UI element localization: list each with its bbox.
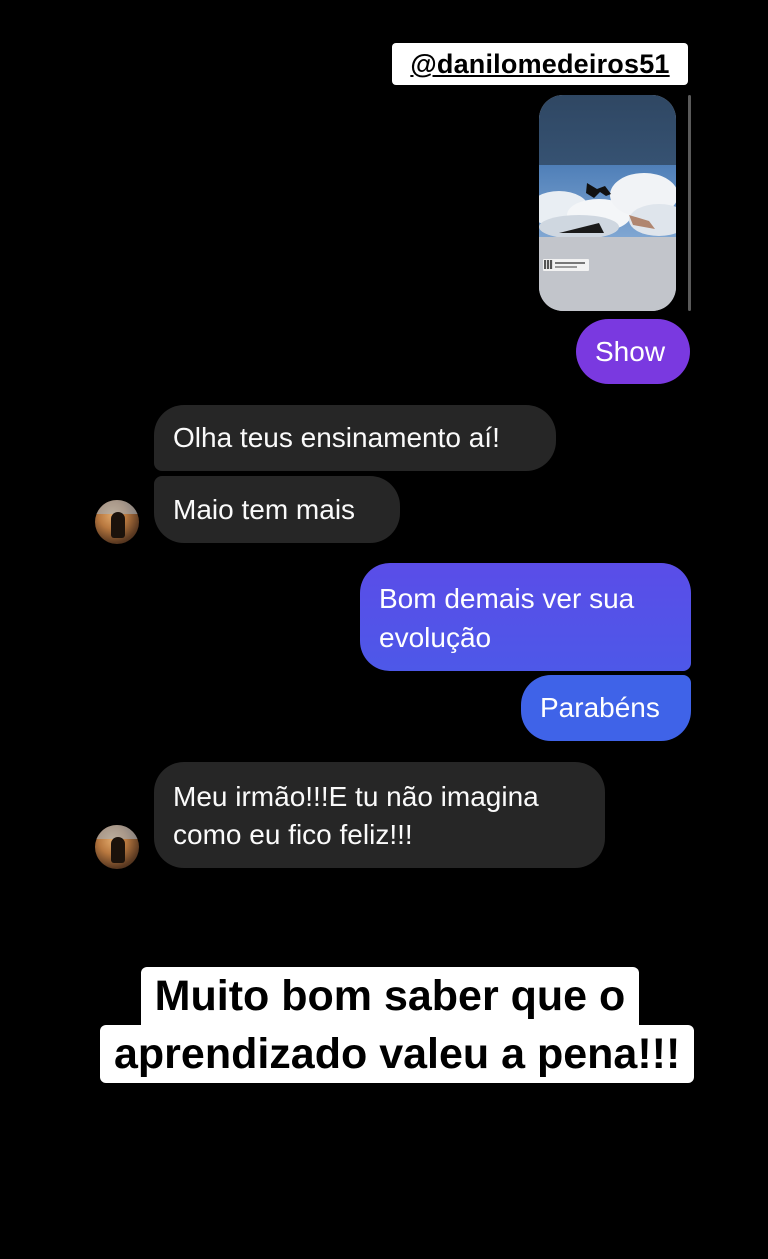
- caption-line: Muito bom saber que o: [140, 967, 640, 1025]
- message-text: Olha teus ensinamento aí!: [173, 422, 500, 453]
- shared-media-preview[interactable]: [539, 95, 676, 311]
- message-text-line: Bom demais ver sua: [379, 583, 635, 614]
- message-outgoing[interactable]: Parabéns: [521, 675, 691, 741]
- message-text-line: como eu fico feliz!!!: [173, 819, 413, 850]
- message-text: Show: [595, 336, 666, 367]
- message-text: Maio tem mais: [173, 494, 356, 525]
- message-incoming[interactable]: Olha teus ensinamento aí!: [154, 405, 556, 471]
- media-caption-chip: [543, 259, 589, 271]
- media-top-band: [539, 95, 676, 165]
- message-incoming[interactable]: Maio tem mais: [154, 476, 400, 543]
- message-outgoing[interactable]: Bom demais ver sua evolução: [360, 563, 691, 671]
- skydiving-photo: [539, 165, 676, 237]
- qr-icon: [544, 260, 553, 269]
- message-text: Parabéns: [540, 692, 660, 723]
- sender-avatar[interactable]: [95, 500, 139, 544]
- message-incoming[interactable]: Meu irmão!!!E tu não imagina como eu fic…: [154, 762, 605, 868]
- sender-avatar[interactable]: [95, 825, 139, 869]
- message-text-line: Meu irmão!!!E tu não imagina: [173, 781, 539, 812]
- caption-line: aprendizado valeu a pena!!!: [100, 1025, 695, 1083]
- story-screen: { "mention": "@danilomedeiros51", "messa…: [0, 0, 768, 1259]
- media-bottom-band: [539, 237, 676, 311]
- story-caption: Muito bom saber que o aprendizado valeu …: [100, 967, 695, 1083]
- message-outgoing-show[interactable]: Show: [576, 319, 690, 384]
- mention-sticker[interactable]: @danilomedeiros51: [392, 43, 688, 85]
- scroll-indicator: [688, 95, 691, 311]
- message-text-line: evolução: [379, 622, 492, 653]
